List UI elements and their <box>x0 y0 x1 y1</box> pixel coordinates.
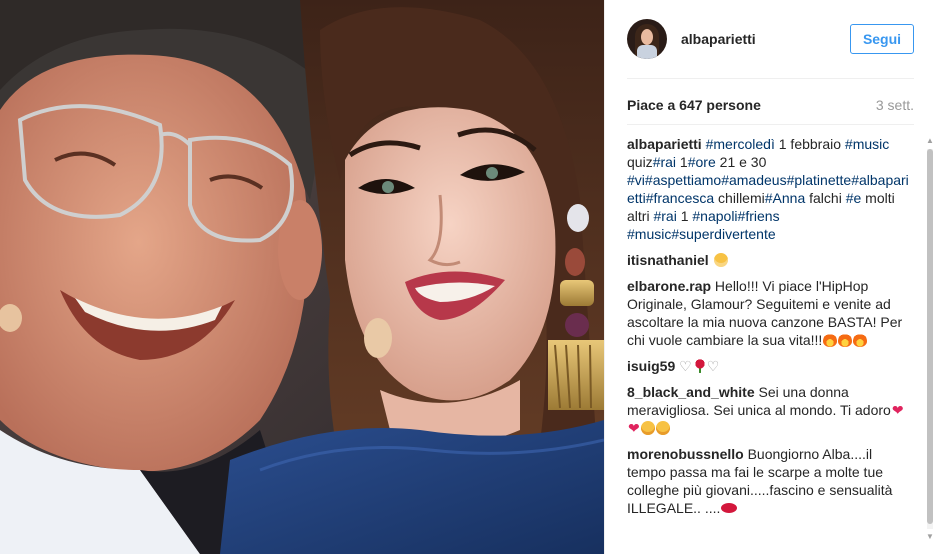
caption-text-segment: 1 <box>676 208 693 224</box>
comment-item: elbarone.rap Hello!!! Vi piace l'HipHop … <box>627 277 912 349</box>
lips-emoji-icon <box>721 503 738 513</box>
post-username[interactable]: albaparietti <box>681 31 850 47</box>
post-header: albaparietti Segui <box>605 0 938 78</box>
post-dialog: albaparietti Segui Piace a 647 persone 3… <box>0 0 938 554</box>
header-divider <box>627 78 914 79</box>
caption-text-segment: 21 e 30 <box>715 154 767 170</box>
hashtag-link[interactable]: #music <box>627 226 671 242</box>
avatar[interactable] <box>627 19 667 59</box>
comments-scrollbar[interactable]: ▲ ▼ <box>924 135 936 543</box>
hashtag-link[interactable]: #francesca <box>646 190 714 206</box>
comment-author[interactable]: elbarone.rap <box>627 278 711 294</box>
hashtag-link[interactable]: #mercoledì <box>706 136 775 152</box>
comment-item: itisnathaniel <box>627 251 912 269</box>
hashtag-link[interactable]: #amadeus <box>721 172 786 188</box>
hashtag-link[interactable]: #ore <box>688 154 716 170</box>
likes-row: Piace a 647 persone 3 sett. <box>627 97 914 113</box>
post-timestamp[interactable]: 3 sett. <box>876 97 914 113</box>
caption-text-segment: falchi <box>805 190 846 206</box>
hashtag-link[interactable]: #aspettiamo <box>645 172 721 188</box>
comment-author[interactable]: morenobussnello <box>627 446 744 462</box>
fire-emoji-icon <box>853 333 868 347</box>
comments-list: albaparietti #mercoledì 1 febbraio #musi… <box>627 135 912 533</box>
hashtag-link[interactable]: #superdivertente <box>671 226 775 242</box>
hashtag-link[interactable]: #friens <box>738 208 780 224</box>
follow-button[interactable]: Segui <box>850 24 914 54</box>
comment-text: ♡ <box>679 358 692 374</box>
hashtag-link[interactable]: #napoli <box>692 208 737 224</box>
scroll-up-arrow-icon[interactable]: ▲ <box>924 135 936 147</box>
hashtag-link[interactable]: #rai <box>653 154 676 170</box>
post-sidebar: albaparietti Segui Piace a 647 persone 3… <box>604 0 938 554</box>
hashtag-link[interactable]: #rai <box>653 208 676 224</box>
fire-emoji-icon <box>823 333 838 347</box>
post-photo[interactable] <box>0 0 604 554</box>
fire-emoji-icon <box>838 333 853 347</box>
caption: albaparietti #mercoledì 1 febbraio #musi… <box>627 135 912 243</box>
caption-author[interactable]: albaparietti <box>627 136 702 152</box>
caption-text-segment: 1 febbraio <box>774 136 845 152</box>
comment-item: isuig59 ♡ ♡ <box>627 357 912 375</box>
caption-text-segment: quiz <box>627 154 653 170</box>
selfie-image <box>0 0 604 554</box>
likes-count[interactable]: Piace a 647 persone <box>627 97 761 113</box>
caption-text-segment: 1 <box>676 154 688 170</box>
comment-item: 8_black_and_white Sei una donna meravigl… <box>627 383 912 437</box>
hashtag-link[interactable]: #platinette <box>787 172 852 188</box>
hashtag-link[interactable]: #Anna <box>765 190 805 206</box>
smile-emoji-icon <box>640 421 655 435</box>
grin-emoji-icon <box>713 253 728 267</box>
comment-item: morenobussnello Buongiorno Alba....il te… <box>627 445 912 517</box>
hashtag-link[interactable]: #music <box>845 136 889 152</box>
likes-divider <box>627 124 914 125</box>
caption-text-segment: chillemi <box>714 190 765 206</box>
hashtag-link[interactable]: #e <box>846 190 862 206</box>
heart-emoji-icon: ❤ <box>891 402 904 418</box>
heart-emoji-icon: ❤ <box>628 420 640 436</box>
hashtag-link[interactable]: #vi <box>627 172 645 188</box>
rose-emoji-icon <box>692 359 707 373</box>
smile-emoji-icon <box>655 421 670 435</box>
comment-author[interactable]: itisnathaniel <box>627 252 709 268</box>
scroll-thumb[interactable] <box>927 149 933 524</box>
comment-suffix: ♡ <box>706 358 720 374</box>
scroll-down-arrow-icon[interactable]: ▼ <box>924 531 936 543</box>
comment-author[interactable]: 8_black_and_white <box>627 384 755 400</box>
comment-author[interactable]: isuig59 <box>627 358 675 374</box>
